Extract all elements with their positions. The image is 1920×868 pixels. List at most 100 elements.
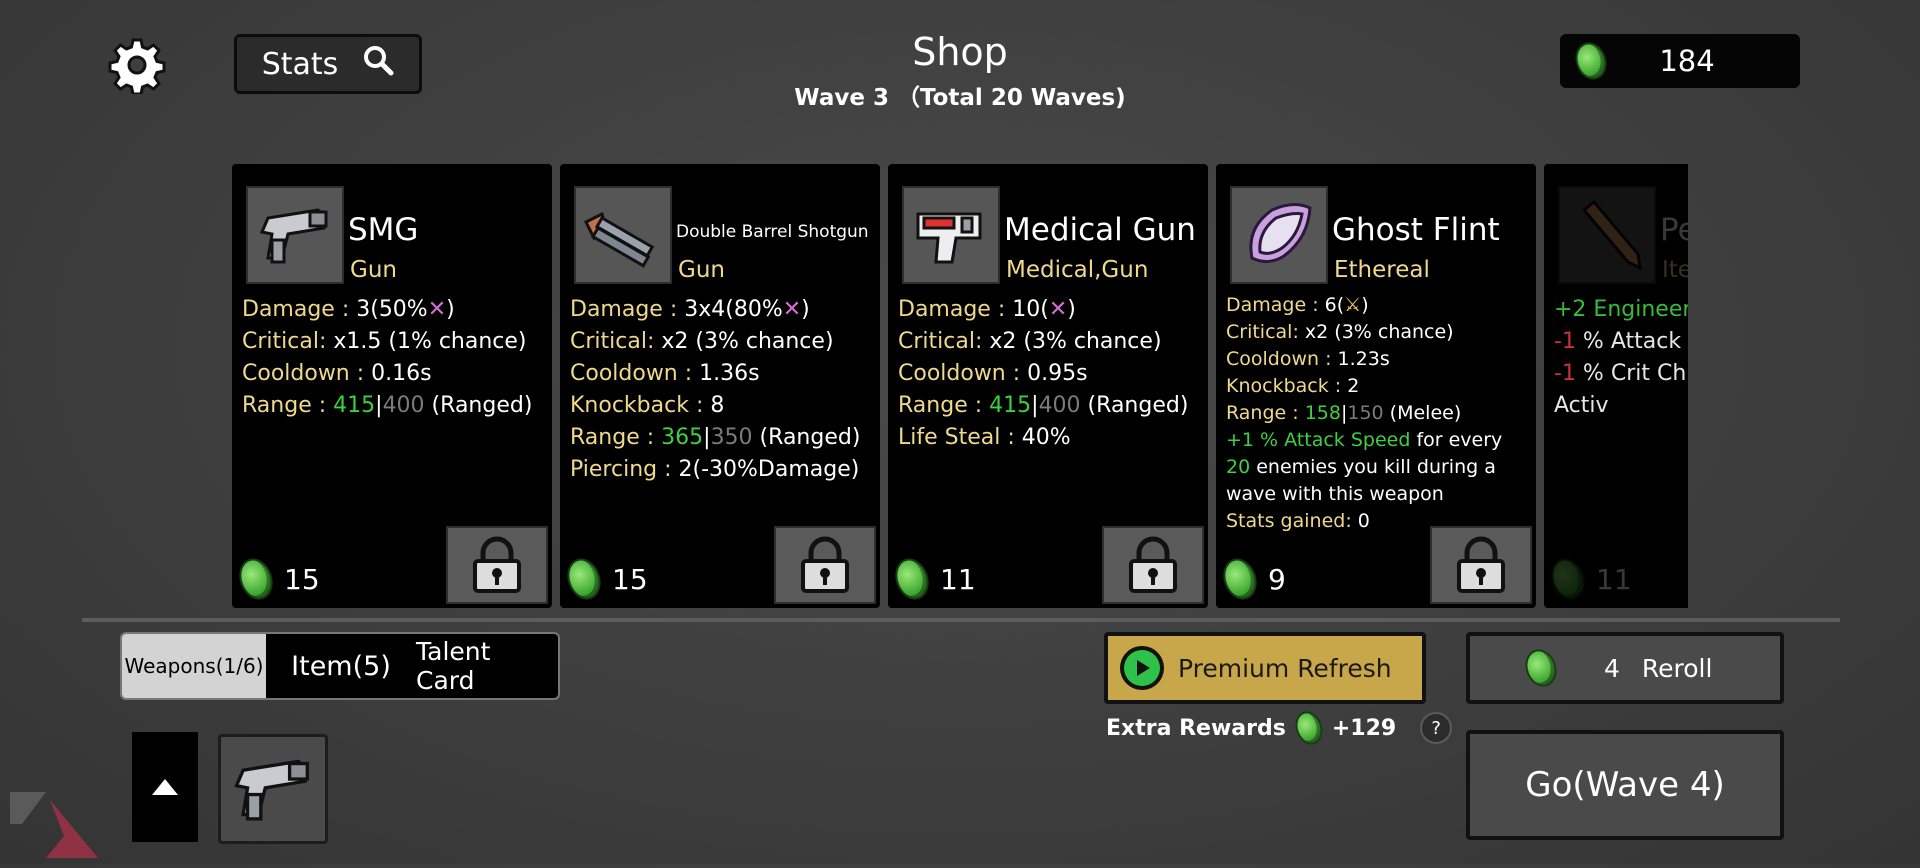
card-type: Gun [350, 257, 397, 283]
shop-card[interactable]: Medical Gun Medical,Gun Damage : 10(✕) Cr… [888, 164, 1208, 608]
smg-icon [246, 186, 344, 284]
go-next-wave-button[interactable]: Go(Wave 4) [1466, 730, 1784, 840]
stat-segment: | [375, 393, 383, 418]
stat-segment: x1.5 (1% chance) [333, 329, 527, 354]
stat-segment: 2(-30%Damage) [678, 457, 860, 482]
stat-segment: 150 [1347, 402, 1384, 424]
card-name: Ghost Flint [1332, 212, 1500, 248]
card-price: 9 [1220, 556, 1286, 602]
stat-line: Damage : 3(50%✕) [242, 294, 544, 326]
stat-line: Damage : 10(✕) [898, 294, 1200, 326]
lock-button[interactable] [1430, 526, 1532, 604]
category-tabs: Weapons(1/6) Item(5) Talent Card [120, 632, 560, 700]
coin-icon [236, 556, 276, 602]
help-icon[interactable]: ? [1420, 712, 1453, 744]
stat-segment: (Ranged) [752, 425, 861, 450]
stat-segment: enemies you kill during a [1250, 456, 1496, 478]
stat-segment: for every [1410, 429, 1503, 451]
stat-line: Knockback : 2 [1226, 373, 1528, 400]
stat-segment: ✕ [427, 297, 447, 322]
pencil-icon [1558, 186, 1656, 284]
divider [82, 618, 1840, 622]
stat-segment: Damage : [570, 297, 685, 322]
expand-inventory-button[interactable] [132, 732, 198, 842]
stat-line: Cooldown : 1.36s [570, 358, 872, 390]
tab-items[interactable]: Item(5) [266, 634, 416, 698]
lock-icon [801, 536, 849, 593]
stat-line: Cooldown : 1.23s [1226, 346, 1528, 373]
shop-cards: SMG Gun Damage : 3(50%✕) Critical: x1.5 (… [230, 164, 1688, 610]
stat-line: 20 enemies you kill during a [1226, 454, 1528, 481]
coin-icon [892, 556, 932, 602]
card-price: 15 [236, 556, 320, 602]
premium-refresh-button[interactable]: Premium Refresh [1104, 632, 1426, 704]
stats-label: Stats [261, 46, 339, 82]
shop-card[interactable]: Pe Ite 11 +2 Engineer -1 % Attack -1 % Cri… [1544, 164, 1688, 608]
stat-segment: 0.95s [1027, 361, 1088, 386]
stat-segment: Range : [898, 393, 990, 418]
lock-button[interactable] [774, 526, 876, 604]
stat-segment: ✕ [1048, 297, 1068, 322]
shop-card[interactable]: SMG Gun Damage : 3(50%✕) Critical: x1.5 (… [232, 164, 552, 608]
stat-segment: Activ [1554, 393, 1609, 418]
lock-button[interactable] [446, 526, 548, 604]
stat-segment: 6( [1324, 294, 1345, 316]
stat-segment: 1.23s [1337, 348, 1390, 370]
stat-segment: Piercing : [570, 457, 679, 482]
stat-segment: 400 [382, 393, 425, 418]
card-price-value: 11 [1596, 562, 1632, 596]
coin-icon [564, 556, 604, 602]
tab-weapons[interactable]: Weapons(1/6) [122, 634, 266, 698]
stat-segment: +1 % Attack Speed [1226, 429, 1411, 451]
shop-card[interactable]: Ghost Flint Ethereal Damage : 6(⚔) Critic… [1216, 164, 1536, 608]
tab-talent-card[interactable]: Talent Card [416, 634, 556, 698]
stat-line: wave with this weapon [1226, 481, 1528, 508]
watermark-logo-icon [6, 784, 102, 864]
page-title: Shop [912, 30, 1008, 74]
stat-segment: (Ranged) [1080, 393, 1189, 418]
stat-line: Critical: x2 (3% chance) [898, 326, 1200, 358]
stat-segment: ) [801, 297, 810, 322]
card-name: Double Barrel Shotgun [676, 222, 869, 242]
owned-weapon-slot[interactable] [218, 734, 328, 844]
extra-rewards: Extra Rewards +129 ? [1106, 710, 1453, 746]
reroll-button[interactable]: 4 Reroll [1466, 632, 1784, 704]
stat-segment: 415 [333, 393, 376, 418]
stat-segment: Stats gained: [1226, 510, 1358, 532]
stat-segment: ) [1361, 294, 1369, 316]
reroll-label: Reroll [1641, 653, 1713, 683]
stat-segment: ✕ [782, 297, 802, 322]
lock-button[interactable] [1102, 526, 1204, 604]
coin-balance-value: 184 [1659, 44, 1715, 78]
shotgun-icon [574, 186, 672, 284]
shop-card[interactable]: Double Barrel Shotgun Gun Damage : 3x4(8… [560, 164, 880, 608]
stat-segment: | [703, 425, 711, 450]
stat-line: +2 Engineer [1554, 294, 1688, 326]
stat-segment: 20 [1226, 456, 1251, 478]
card-stats: +2 Engineer -1 % Attack -1 % Crit Ch Activ [1554, 294, 1688, 422]
stat-segment: Damage : [898, 297, 1013, 322]
coin-balance: 184 [1560, 34, 1800, 88]
stat-segment: 365 [661, 425, 704, 450]
stat-segment: Cooldown : [570, 361, 700, 386]
stat-segment: ) [446, 297, 455, 322]
card-stats: Damage : 3(50%✕) Critical: x1.5 (1% chanc… [242, 294, 544, 422]
card-price: 15 [564, 556, 648, 602]
stat-segment: 158 [1304, 402, 1341, 424]
stat-segment: Range : [242, 393, 334, 418]
stat-segment: Damage : [242, 297, 357, 322]
stat-segment: 0 [1357, 510, 1370, 532]
stat-segment: Damage : [1226, 294, 1325, 316]
smg-icon [234, 759, 309, 821]
stats-button[interactable]: Stats [234, 34, 422, 94]
stat-segment: Cooldown : [898, 361, 1028, 386]
arrow-up-icon [152, 779, 178, 795]
stat-line: -1 % Crit Ch [1554, 358, 1688, 390]
stat-segment: Knockback : [1226, 375, 1348, 397]
settings-gear-icon[interactable] [108, 36, 166, 96]
card-type: Gun [678, 257, 725, 283]
lock-icon [1129, 536, 1177, 593]
stat-segment: (Melee) [1383, 402, 1462, 424]
stat-line: Knockback : 8 [570, 390, 872, 422]
stat-segment: 8 [710, 393, 725, 418]
